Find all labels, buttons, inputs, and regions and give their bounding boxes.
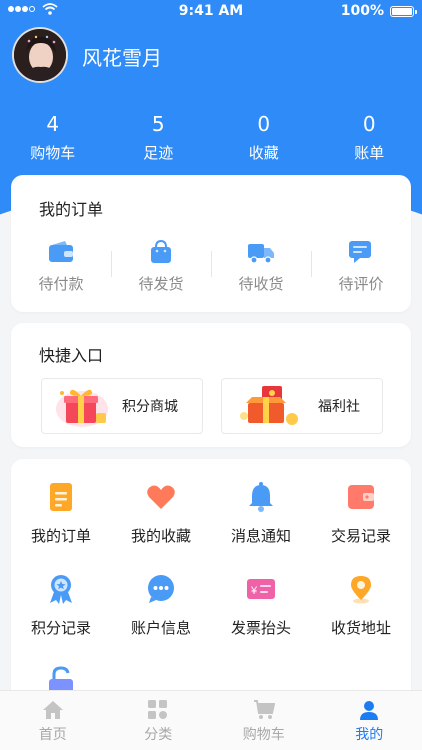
stats-row: 4 购物车 5 足迹 0 收藏 0 账单 [0, 112, 422, 163]
tab-label: 我的 [355, 727, 384, 743]
stat-value: 0 [257, 112, 271, 136]
stat-favorites[interactable]: 0 收藏 [211, 112, 317, 163]
quick-entry-title: 快捷入口 [39, 346, 104, 365]
tab-cart[interactable]: 购物车 [211, 691, 317, 750]
document-icon [50, 483, 72, 511]
chat-bubble-icon [148, 575, 174, 603]
quick-entry-row: 积分商城 福利社 [41, 378, 383, 434]
heart-icon [147, 485, 175, 509]
tab-mine[interactable]: 我的 [317, 691, 422, 750]
bell-icon [249, 482, 273, 512]
stat-value: 5 [151, 112, 165, 136]
menu-label: 交易记录 [330, 527, 391, 545]
truck-icon [248, 244, 274, 264]
shopping-bag-icon [151, 239, 171, 263]
tab-category[interactable]: 分类 [106, 691, 212, 750]
stat-bills[interactable]: 0 账单 [317, 112, 422, 163]
category-grid-icon [148, 700, 168, 719]
home-icon [42, 701, 63, 719]
tab-label: 首页 [38, 727, 67, 743]
order-label: 待评价 [338, 275, 384, 293]
stat-footprint[interactable]: 5 足迹 [106, 112, 212, 163]
menu-points-records[interactable]: 积分记录 [11, 573, 111, 653]
tab-label: 分类 [144, 727, 173, 743]
invoice-icon: ¥ [247, 579, 275, 599]
gift-box-icon [56, 389, 108, 427]
menu-my-favorites[interactable]: 我的收藏 [111, 481, 211, 561]
order-pending-receipt[interactable]: 待收货 [211, 239, 311, 294]
points-mall-entry[interactable]: 积分商城 [41, 378, 203, 434]
order-pending-shipment[interactable]: 待发货 [111, 239, 211, 294]
menu-label: 消息通知 [230, 527, 291, 545]
menu-label: 我的订单 [30, 527, 91, 545]
avatar[interactable] [12, 27, 68, 83]
comment-icon [349, 241, 371, 263]
menu-label: 积分记录 [30, 619, 91, 637]
tab-bar: 首页 分类 购物车 我的 [0, 690, 422, 750]
menu-label: 账户信息 [130, 619, 191, 637]
stat-label: 收藏 [248, 144, 279, 162]
tab-label: 购物车 [242, 727, 285, 743]
menu-account-info[interactable]: 账户信息 [111, 573, 211, 653]
stat-label: 购物车 [30, 144, 76, 162]
stat-label: 足迹 [143, 144, 174, 162]
orders-card: 我的订单 待付款 待发货 待收货 待评价 [11, 175, 411, 312]
stat-cart[interactable]: 4 购物车 [0, 112, 106, 163]
menu-notifications[interactable]: 消息通知 [211, 481, 311, 561]
menu-shipping-address[interactable]: 收货地址 [311, 573, 411, 653]
menu-transactions[interactable]: 交易记录 [311, 481, 411, 561]
stat-value: 0 [362, 112, 376, 136]
medal-icon [50, 575, 72, 604]
menu-label: 发票抬头 [230, 619, 291, 637]
order-label: 待发货 [138, 275, 184, 293]
svg-text:¥: ¥ [250, 585, 258, 597]
avatar-photo [14, 29, 66, 81]
battery-percent: 100% [340, 3, 384, 19]
quick-entry-label: 积分商城 [122, 399, 178, 415]
order-label: 待收货 [238, 275, 284, 293]
location-pin-icon [351, 576, 371, 604]
quick-entry-label: 福利社 [318, 399, 360, 415]
menu-my-orders[interactable]: 我的订单 [11, 481, 111, 561]
order-pending-payment[interactable]: 待付款 [11, 239, 111, 294]
orders-status-row: 待付款 待发货 待收货 待评价 [11, 239, 411, 294]
username[interactable]: 风花雪月 [82, 42, 162, 71]
stat-label: 账单 [354, 144, 385, 162]
welfare-club-entry[interactable]: 福利社 [221, 378, 383, 434]
wallet-card-icon [348, 485, 374, 509]
order-pending-review[interactable]: 待评价 [311, 239, 411, 294]
status-bar: 9:41 AM 100% [0, 0, 422, 22]
red-envelope-gift-icon [240, 386, 298, 425]
battery-icon [390, 5, 417, 17]
tab-home[interactable]: 首页 [0, 691, 106, 750]
menu-invoice-title[interactable]: ¥ 发票抬头 [211, 573, 311, 653]
order-label: 待付款 [38, 275, 84, 293]
battery-status: 100% [340, 3, 417, 19]
menu-label: 收货地址 [330, 619, 391, 637]
wallet-icon [49, 241, 73, 262]
service-menu-card: 我的订单 我的收藏 消息通知 交易记录 积分记录 账户信息 ¥ 发票抬头 收货地… [11, 459, 411, 699]
person-icon [360, 701, 379, 720]
cart-icon [253, 700, 275, 719]
orders-title: 我的订单 [39, 200, 104, 219]
quick-entry-card: 快捷入口 积分商城 福利社 [11, 323, 411, 447]
stat-value: 4 [46, 112, 60, 136]
menu-label: 我的收藏 [130, 527, 191, 545]
